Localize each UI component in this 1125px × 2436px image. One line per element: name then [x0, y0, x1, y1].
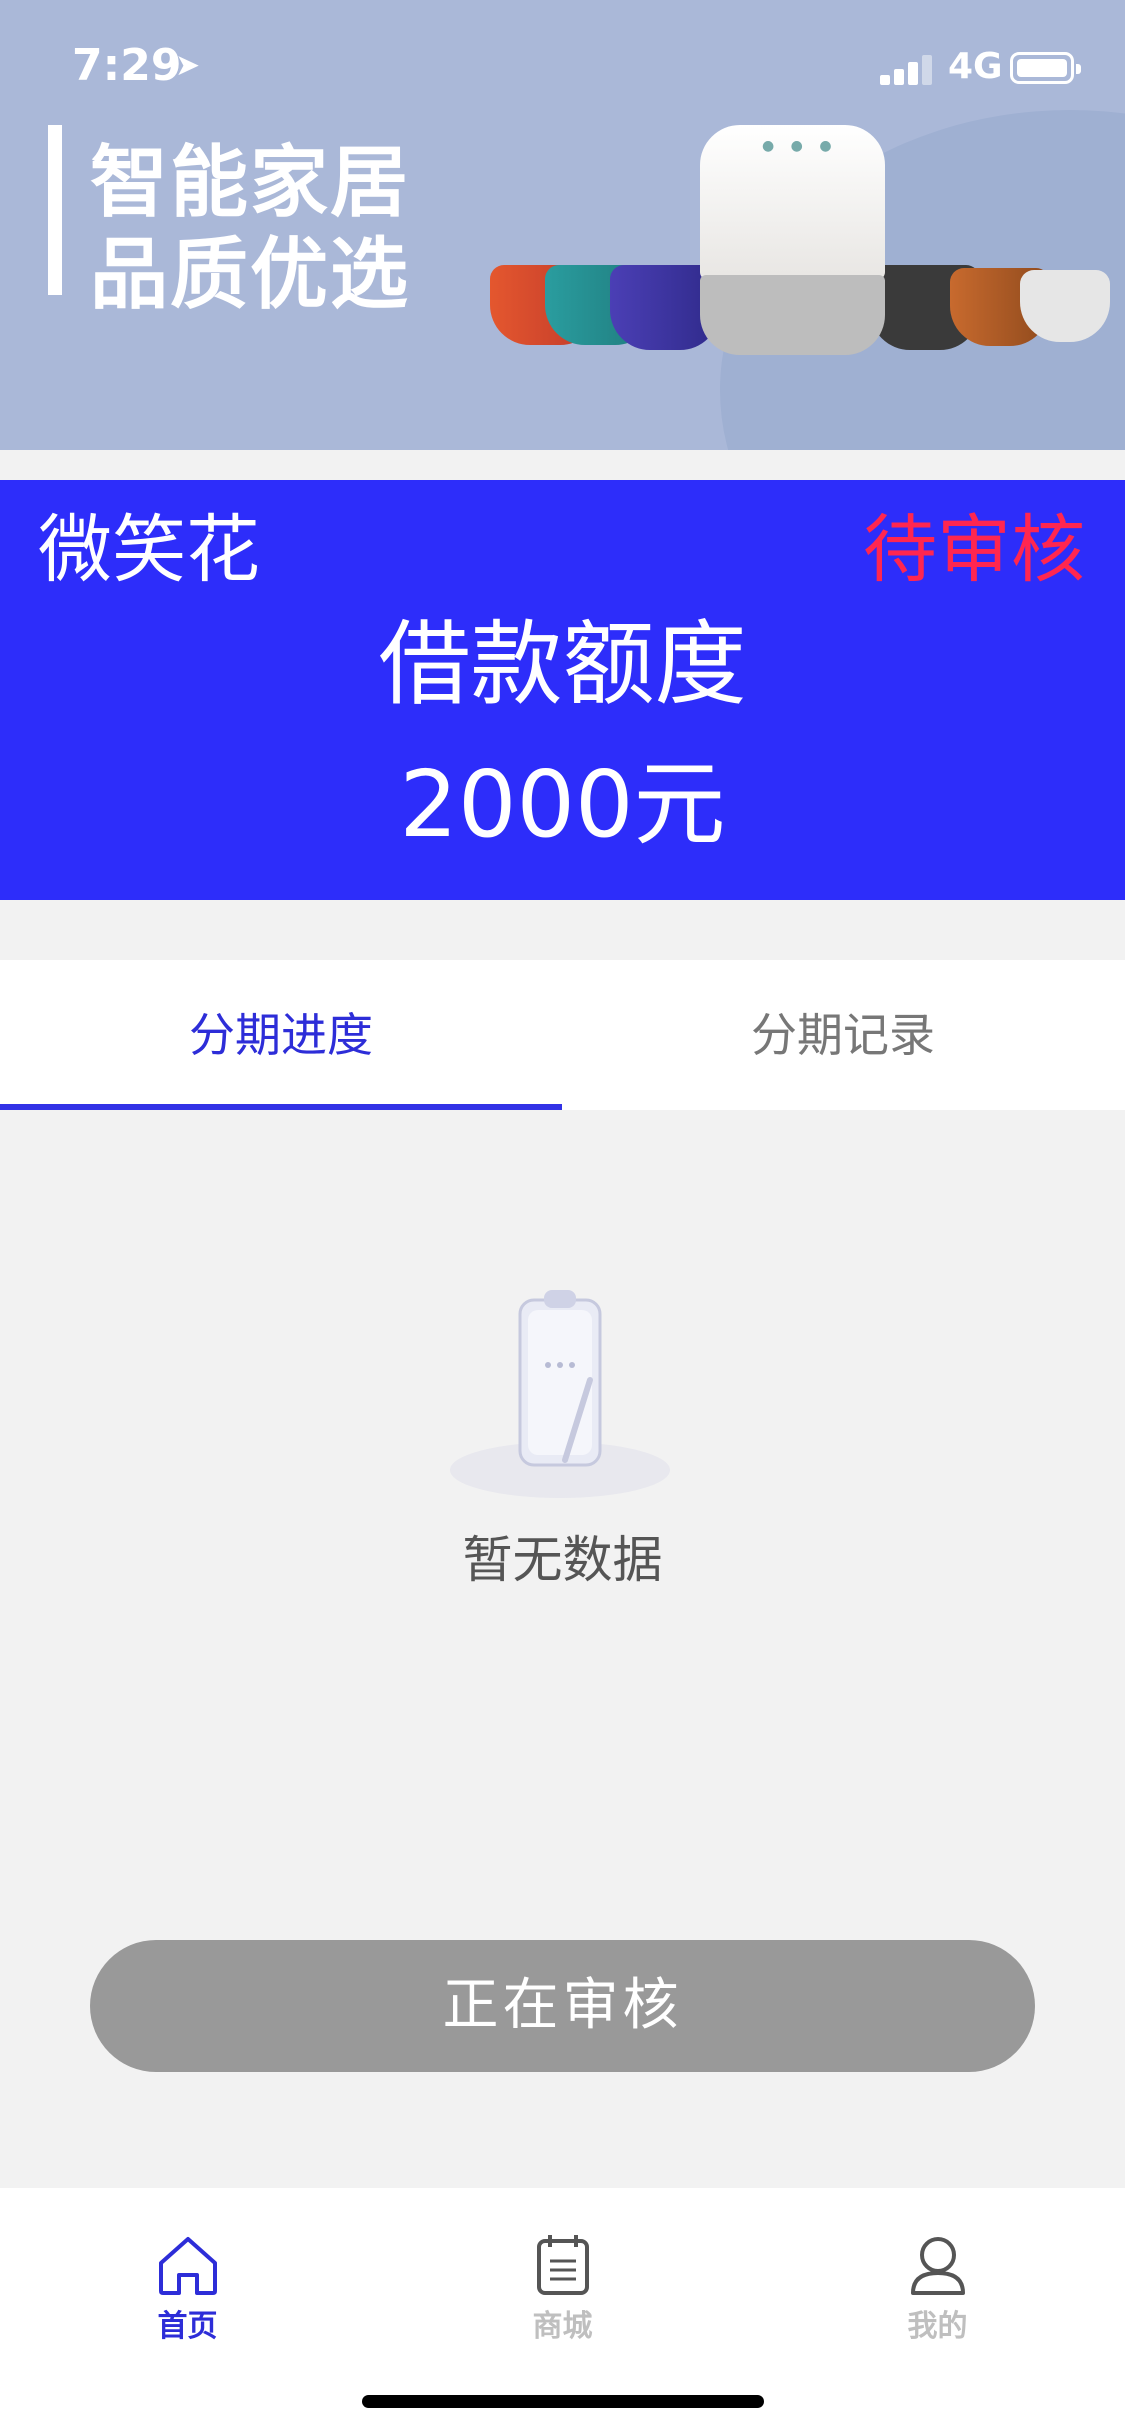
- promo-banner[interactable]: 7:29 ➤ 4G 智能家居 品质优选 ● ● ●: [0, 0, 1125, 450]
- nav-item-home[interactable]: 首页: [0, 2213, 375, 2353]
- cellular-signal-icon: [880, 55, 936, 85]
- nav-label-shop: 商城: [532, 2309, 593, 2344]
- status-badge: 待审核: [863, 507, 1085, 593]
- home-indicator: [362, 2395, 764, 2408]
- tab-installment-records[interactable]: 分期记录: [562, 960, 1124, 1110]
- status-bar: 7:29 ➤ 4G: [0, 0, 1125, 140]
- active-tab-indicator: [0, 1104, 562, 1110]
- status-time: 7:29: [72, 40, 182, 91]
- nav-item-me[interactable]: 我的: [750, 2213, 1125, 2353]
- under-review-button[interactable]: 正在审核: [90, 1940, 1035, 2072]
- tab-installment-progress[interactable]: 分期进度: [0, 960, 562, 1110]
- empty-state-text: 暂无数据: [462, 1531, 663, 1589]
- banner-accent-bar: [48, 125, 62, 295]
- user-icon: [911, 2237, 965, 2295]
- credit-limit-value: 2000元: [399, 751, 726, 858]
- tab-bar: 分期进度 分期记录: [0, 960, 1125, 1110]
- banner-headline-2: 品质优选: [90, 230, 411, 320]
- calendar-icon: [537, 2235, 589, 2295]
- home-icon: [159, 2237, 217, 2295]
- location-arrow-icon: ➤: [175, 48, 201, 83]
- network-type: 4G: [948, 46, 1003, 87]
- battery-icon: [1010, 52, 1081, 84]
- empty-clipboard-icon: [440, 1280, 680, 1510]
- nav-label-home: 首页: [157, 2309, 218, 2344]
- nav-label-me: 我的: [907, 2309, 968, 2344]
- loan-card: 微笑花 待审核 借款额度 2000元: [0, 480, 1125, 900]
- brand-name: 微笑花: [38, 507, 260, 593]
- nav-item-shop[interactable]: 商城: [375, 2213, 750, 2353]
- credit-limit-label: 借款额度: [378, 611, 747, 718]
